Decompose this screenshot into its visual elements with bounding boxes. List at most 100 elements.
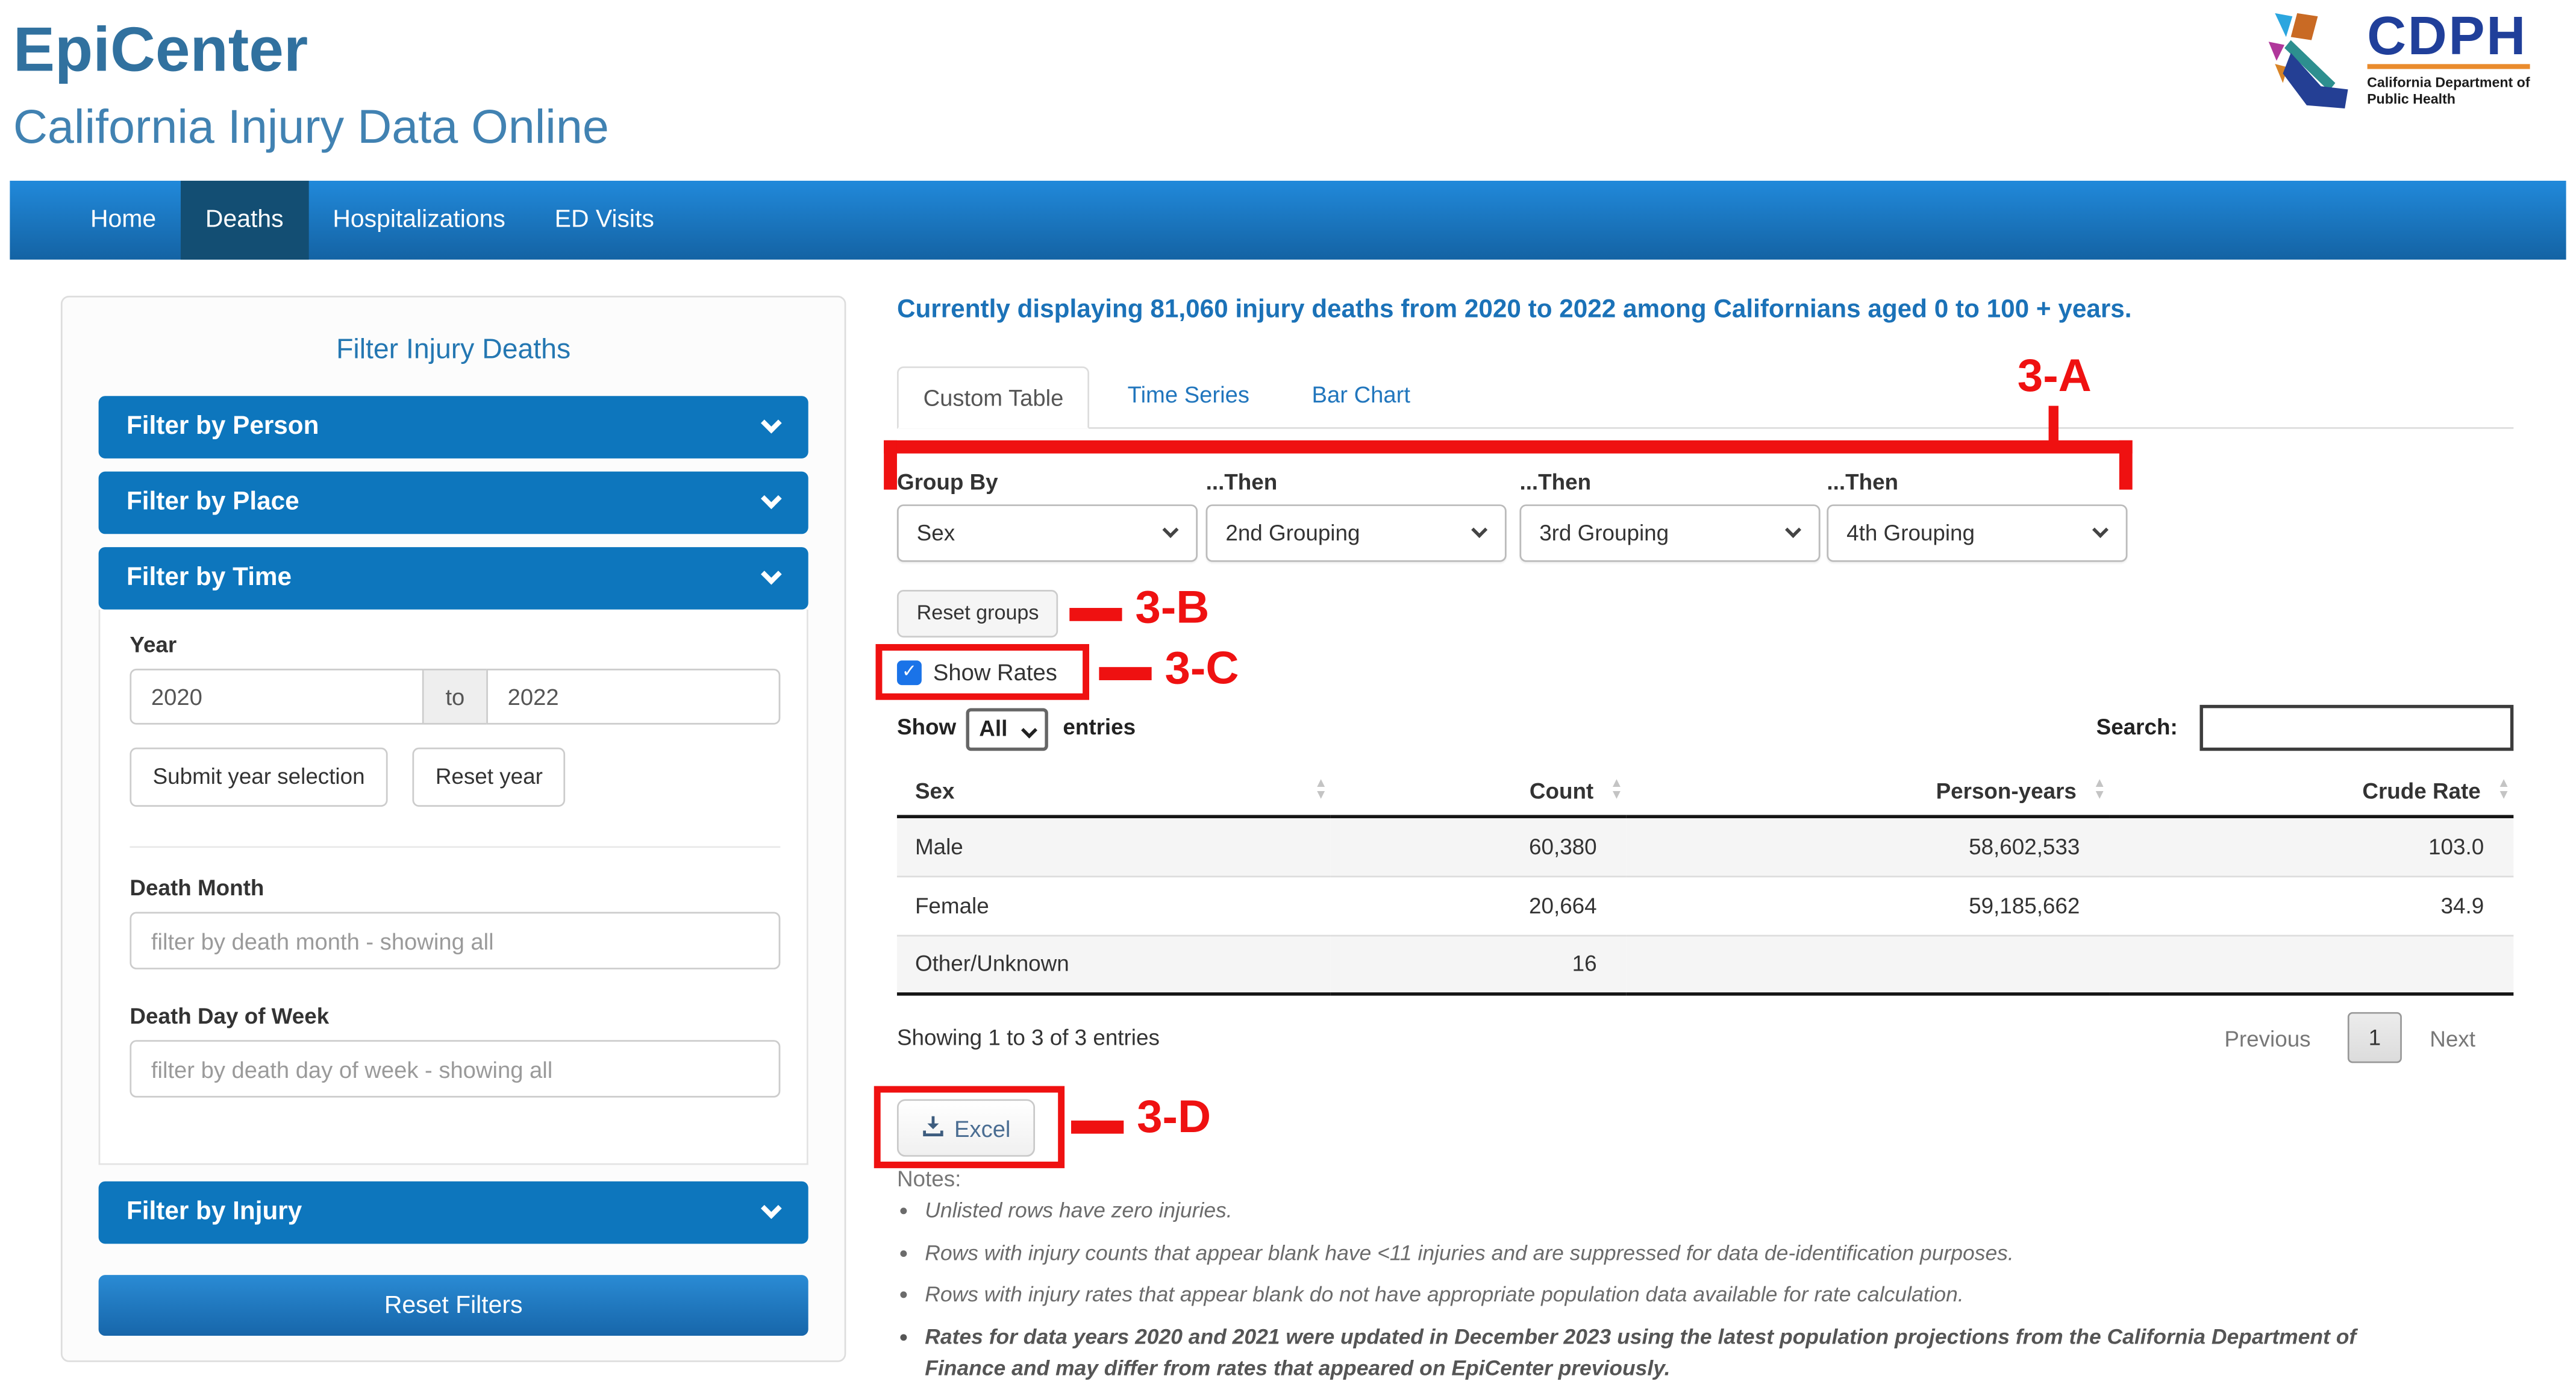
column-header-count[interactable]: Count ▲ ▼ xyxy=(1330,765,1627,819)
chevron-down-icon xyxy=(2092,521,2109,538)
death-day-of-week-input[interactable] xyxy=(130,1040,781,1098)
cell-sex: Female xyxy=(896,875,1331,935)
tab-custom-table[interactable]: Custom Table xyxy=(896,366,1090,429)
annotation-3b-dash xyxy=(1069,607,1122,621)
cell-crude-rate: 103.0 xyxy=(2428,834,2484,859)
cell-sex: Other/Unknown xyxy=(896,934,1331,994)
cell-crude-rate xyxy=(2109,934,2514,994)
chevron-down-icon xyxy=(760,1198,782,1219)
chevron-down-icon xyxy=(1162,521,1179,538)
column-header-crude-rate[interactable]: Crude Rate ▲ ▼ xyxy=(2109,765,2514,819)
cell-person-years: 58,602,533 xyxy=(1969,834,2080,859)
year-range-group: to xyxy=(130,668,781,725)
annotation-3d-label: 3-D xyxy=(1137,1091,1211,1142)
annotation-3a-bracket-left-cap xyxy=(884,440,897,490)
download-icon xyxy=(922,1113,945,1143)
cell-crude-rate: 34.9 xyxy=(2109,875,2514,935)
annotation-3a-bracket xyxy=(884,440,2133,454)
table-row: Female 20,664 59,185,662 34.9 xyxy=(896,875,2514,935)
cell-count: 60,380 xyxy=(1529,834,1597,859)
cdph-logo: CDPH California Department of Public Hea… xyxy=(2263,5,2530,120)
accordion-filter-by-person[interactable]: Filter by Person xyxy=(98,396,808,459)
tab-time-series[interactable]: Time Series xyxy=(1103,365,1274,427)
notes-list: Unlisted rows have zero injuries. Rows w… xyxy=(897,1195,2425,1394)
then-label-2: ...Then xyxy=(1205,469,1278,495)
excel-export-button[interactable]: Excel xyxy=(896,1099,1036,1157)
tab-bar-chart[interactable]: Bar Chart xyxy=(1287,365,1435,427)
pagination-next[interactable]: Next xyxy=(2430,1027,2475,1051)
filter-by-time-body: Year to Submit year selection Reset year… xyxy=(98,609,808,1165)
chevron-down-icon xyxy=(760,412,782,434)
death-month-input[interactable] xyxy=(130,912,781,969)
chevron-down-icon xyxy=(1471,521,1488,538)
search-input[interactable] xyxy=(2199,704,2514,751)
cell-person-years xyxy=(1626,934,2110,994)
nav-item-ed-visits[interactable]: ED Visits xyxy=(530,181,679,260)
accordion-filter-by-place[interactable]: Filter by Place xyxy=(98,471,808,534)
chevron-down-icon xyxy=(1021,722,1037,739)
reset-year-button[interactable]: Reset year xyxy=(412,747,566,807)
sort-icon: ▲ ▼ xyxy=(2497,775,2510,802)
pagination-page-1[interactable]: 1 xyxy=(2347,1012,2402,1063)
annotation-3a-label: 3-A xyxy=(2017,349,2092,401)
page-title: EpiCenter xyxy=(13,16,308,86)
cell-person-years: 59,185,662 xyxy=(1626,875,2110,935)
show-rates-highlight-box: ✓ Show Rates xyxy=(875,643,1090,700)
search-label: Search: xyxy=(2096,715,2178,740)
table-row: Male 60,380 58,602,533 103.0 xyxy=(896,816,2514,876)
nav-item-deaths[interactable]: Deaths xyxy=(181,180,308,260)
notes-heading: Notes: xyxy=(896,1166,961,1192)
show-rates-checkbox[interactable]: ✓ xyxy=(896,659,922,684)
filter-panel-title: Filter Injury Deaths xyxy=(336,333,571,365)
note-item: Rates for data years 2020 and 2021 were … xyxy=(925,1320,2425,1384)
show-entries-label: Show xyxy=(896,715,957,740)
group-by-select[interactable]: Sex xyxy=(896,504,1198,562)
chevron-down-icon xyxy=(760,488,782,509)
cell-count: 20,664 xyxy=(1330,875,1627,935)
death-day-of-week-label: Death Day of Week xyxy=(130,1004,330,1029)
submit-year-button[interactable]: Submit year selection xyxy=(130,747,388,807)
death-month-label: Death Month xyxy=(130,875,264,901)
annotation-3c-dash xyxy=(1099,667,1152,680)
accordion-filter-by-time[interactable]: Filter by Time xyxy=(98,547,808,610)
column-header-sex[interactable]: Sex ▲ ▼ xyxy=(896,765,1331,819)
annotation-3c-label: 3-C xyxy=(1165,642,1239,693)
annotation-3b-label: 3-B xyxy=(1135,581,1210,633)
pagination-previous[interactable]: Previous xyxy=(2224,1027,2310,1051)
cell-sex: Male xyxy=(914,834,963,859)
main-navbar: Home Deaths Hospitalizations ED Visits xyxy=(10,180,2566,260)
sort-icon: ▲ ▼ xyxy=(1610,775,1624,802)
second-grouping-select[interactable]: 2nd Grouping xyxy=(1205,504,1507,562)
accordion-filter-by-injury[interactable]: Filter by Injury xyxy=(98,1181,808,1244)
reset-filters-button[interactable]: Reset Filters xyxy=(98,1275,808,1336)
year-range-separator: to xyxy=(424,668,487,725)
logo-org-name: California Department of Public Health xyxy=(2367,74,2530,107)
page-subtitle: California Injury Data Online xyxy=(13,102,609,155)
filter-panel: Filter Injury Deaths Filter by Person Fi… xyxy=(60,295,846,1362)
results-summary: Currently displaying 81,060 injury death… xyxy=(896,295,2132,324)
fourth-grouping-select[interactable]: 4th Grouping xyxy=(1827,504,2128,562)
entries-length-select[interactable]: All xyxy=(966,708,1048,751)
sort-icon: ▲ ▼ xyxy=(2093,775,2107,802)
results-table: Sex ▲ ▼ Count ▲ ▼ Person-years ▲ ▼ Crude Ra… xyxy=(896,765,2514,996)
column-header-person-years[interactable]: Person-years ▲ ▼ xyxy=(1626,765,2110,819)
annotation-3d-dash xyxy=(1071,1120,1124,1134)
annotation-3a-bracket-right-cap xyxy=(2119,440,2133,490)
cdph-acronym: CDPH xyxy=(2367,5,2528,66)
california-state-icon xyxy=(2263,10,2359,120)
reset-groups-button[interactable]: Reset groups xyxy=(896,589,1059,638)
nav-item-hospitalizations[interactable]: Hospitalizations xyxy=(308,181,530,260)
nav-item-home[interactable]: Home xyxy=(66,181,181,260)
note-item: Rows with injury counts that appear blan… xyxy=(925,1236,2425,1268)
then-label-3: ...Then xyxy=(1519,469,1592,495)
cell-count: 16 xyxy=(1330,934,1627,994)
year-from-input[interactable] xyxy=(130,668,424,725)
chevron-down-icon xyxy=(760,563,782,585)
note-item: Rows with injury rates that appear blank… xyxy=(925,1279,2425,1310)
chevron-down-icon xyxy=(1785,521,1802,538)
third-grouping-select[interactable]: 3rd Grouping xyxy=(1519,504,1821,562)
table-row: Other/Unknown 16 xyxy=(896,934,2514,994)
note-item: Unlisted rows have zero injuries. xyxy=(925,1195,2425,1227)
year-to-input[interactable] xyxy=(486,668,781,725)
view-tabs: Custom Table Time Series Bar Chart xyxy=(896,365,2514,429)
